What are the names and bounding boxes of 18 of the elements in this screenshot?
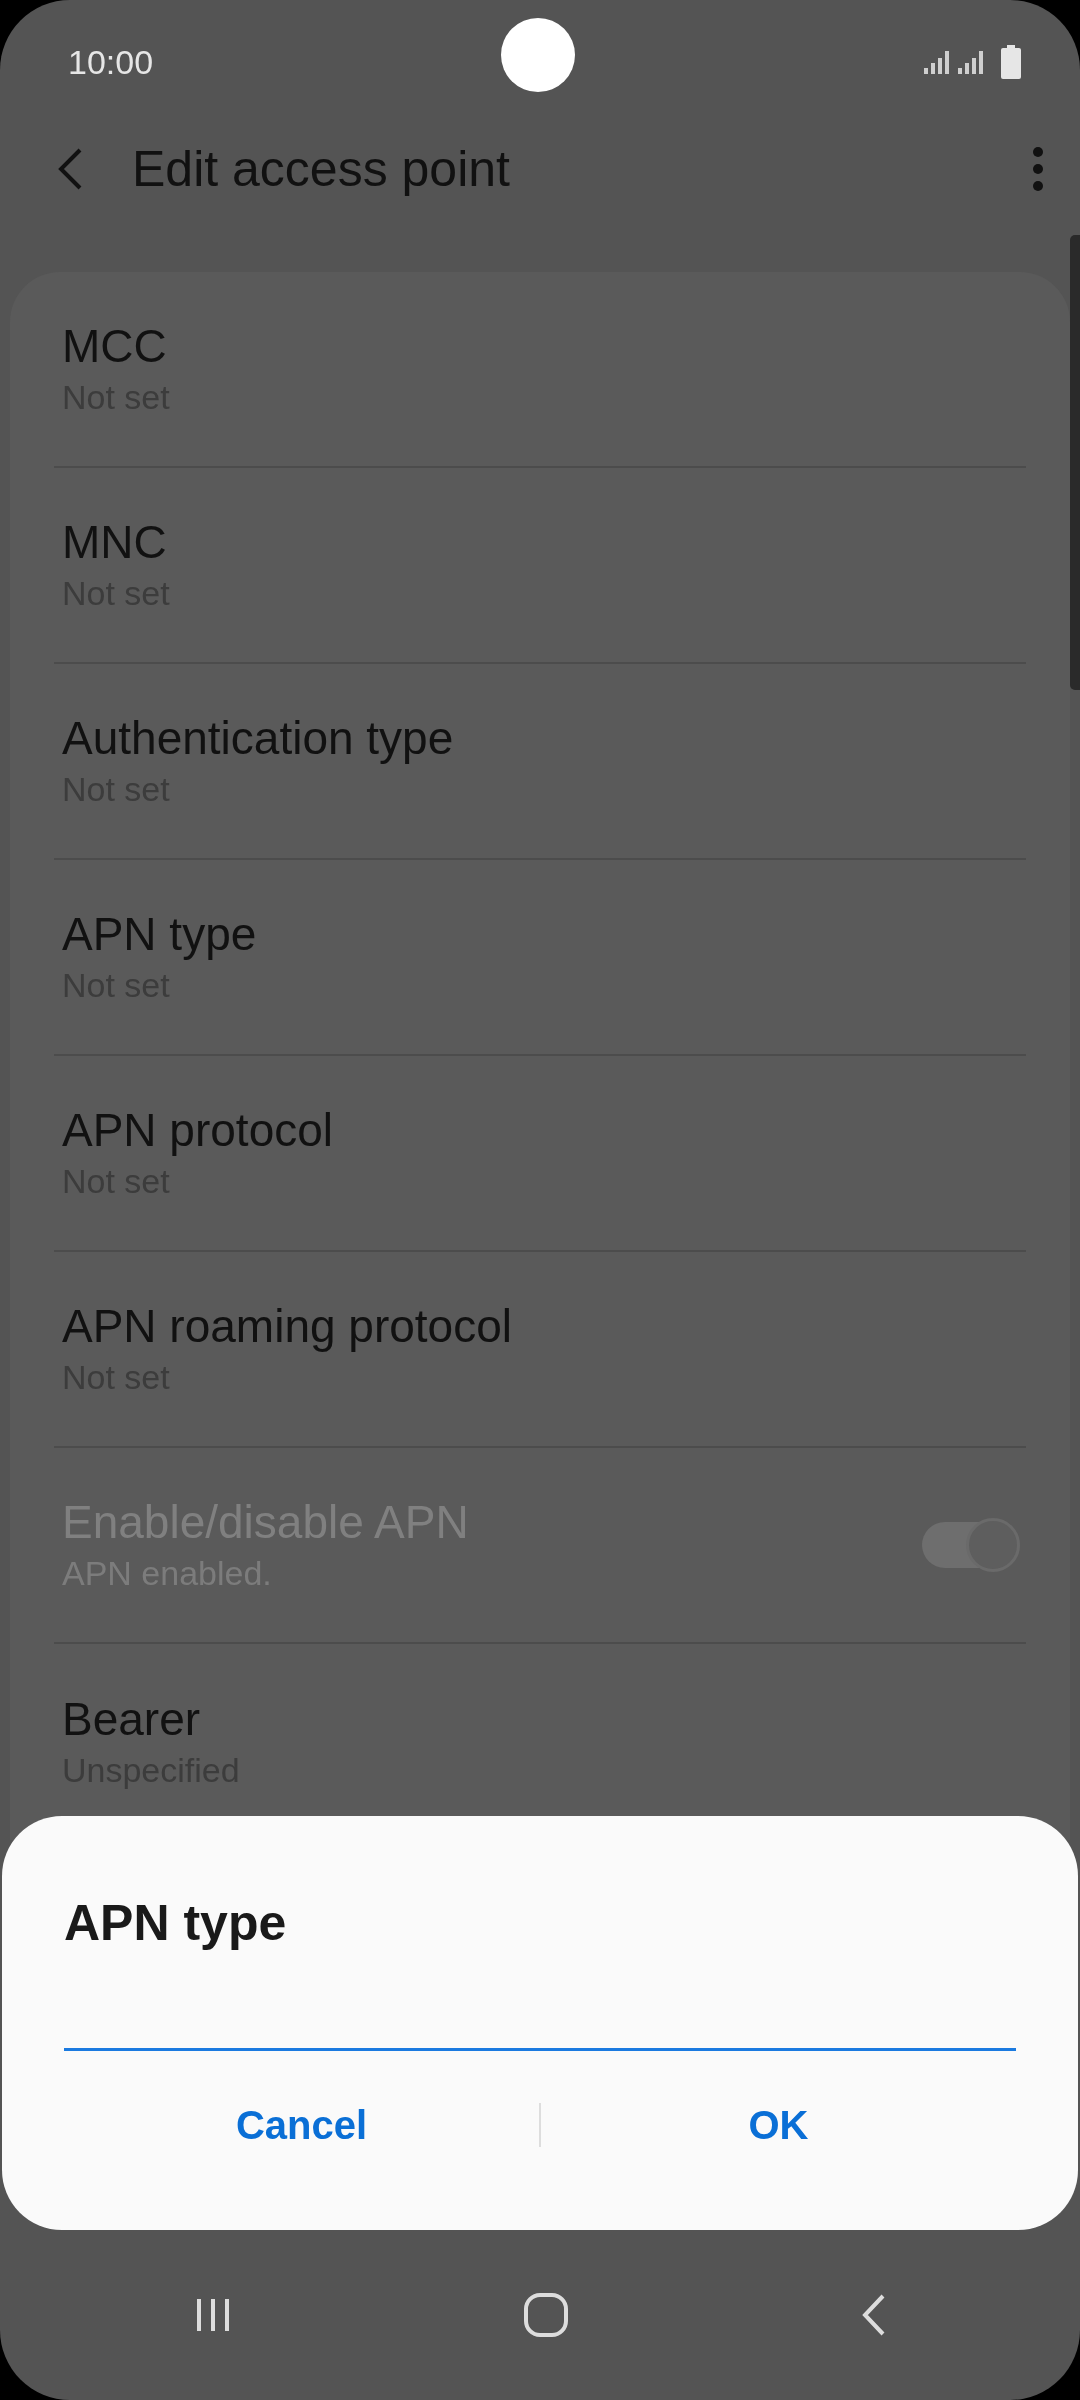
item-title: MNC — [62, 515, 168, 571]
item-title: APN type — [62, 907, 258, 963]
signal-icon — [922, 48, 952, 76]
more-options-icon[interactable] — [1032, 147, 1044, 191]
item-title: Bearer — [62, 1692, 202, 1748]
item-title: MCC — [62, 319, 168, 375]
item-title: APN roaming protocol — [62, 1299, 513, 1355]
item-title: APN protocol — [62, 1103, 334, 1159]
signal-icon — [956, 48, 986, 76]
back-icon[interactable] — [56, 147, 84, 191]
dialog-button[interactable]: OK — [541, 2075, 1016, 2175]
status-time: 10:00 — [68, 41, 154, 83]
home-icon[interactable] — [523, 2292, 569, 2338]
dialog-title: APN type — [64, 1894, 288, 1953]
screen-title: Edit access point — [132, 139, 510, 199]
dialog-button[interactable]: Cancel — [64, 2075, 539, 2175]
battery-icon — [1000, 45, 1022, 79]
item-title: Authentication type — [62, 711, 455, 767]
